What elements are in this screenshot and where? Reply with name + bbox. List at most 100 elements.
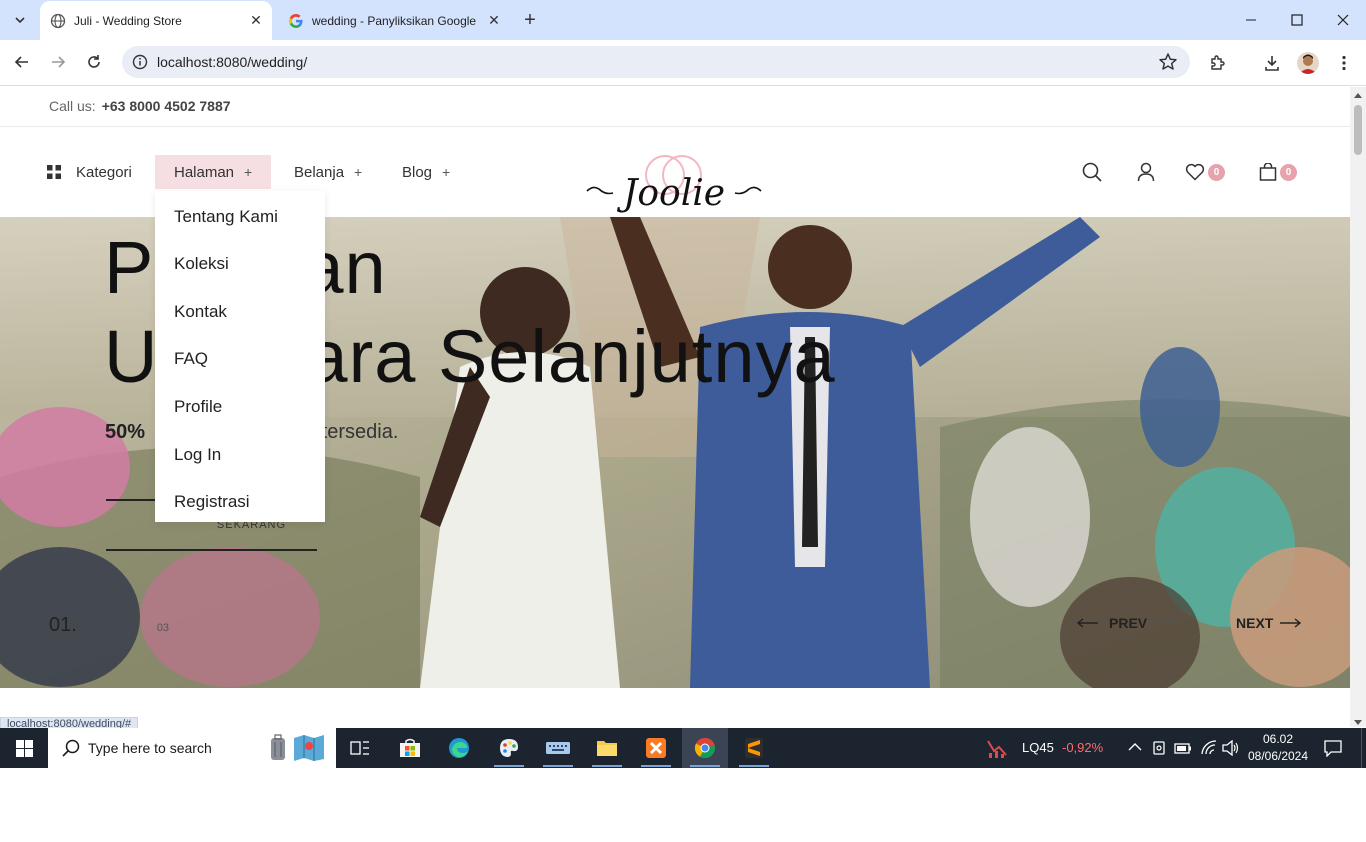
search-placeholder: Type here to search — [88, 740, 212, 756]
taskbar-sublime-app[interactable] — [731, 728, 777, 768]
tab-google-search[interactable]: wedding - Panyliksikan Google ✕ — [278, 1, 510, 40]
tab-juli-wedding[interactable]: Juli - Wedding Store ✕ — [40, 1, 272, 40]
sublime-text-icon — [745, 738, 763, 758]
tab-search-button[interactable] — [8, 8, 32, 32]
taskbar-paint-app[interactable] — [486, 728, 532, 768]
next-label: NEXT — [1236, 615, 1274, 631]
menu-item-koleksi[interactable]: Koleksi — [174, 254, 229, 274]
menu-item-profile[interactable]: Profile — [174, 397, 222, 417]
bookmark-star-icon[interactable] — [1158, 52, 1178, 72]
menu-item-faq[interactable]: FAQ — [174, 349, 208, 369]
forward-button[interactable] — [43, 47, 73, 77]
paint-icon — [500, 739, 518, 757]
tab-title: Juli - Wedding Store — [74, 13, 182, 28]
notifications-icon[interactable] — [1324, 739, 1342, 757]
back-button[interactable] — [7, 47, 37, 77]
address-bar[interactable]: localhost:8080/wedding/ — [122, 46, 1190, 78]
scroll-thumb[interactable] — [1354, 105, 1362, 155]
taskbar-chrome-app[interactable] — [682, 728, 728, 768]
device-icon[interactable] — [1152, 740, 1166, 756]
contact-bar: Call us: +63 8000 4502 7887 — [0, 87, 1350, 127]
extensions-button[interactable] — [1206, 51, 1230, 75]
stock-change: -0,92% — [1062, 740, 1104, 755]
menu-button[interactable] — [1332, 51, 1356, 75]
taskbar-clock[interactable]: 06.02 08/06/2024 — [1240, 731, 1316, 765]
cart-button[interactable]: 0 — [1259, 161, 1297, 183]
account-button[interactable] — [1137, 161, 1155, 183]
url-text: localhost:8080/wedding/ — [157, 54, 308, 70]
arrow-right-icon — [1154, 618, 1176, 628]
taskbar-xampp-app[interactable] — [633, 728, 679, 768]
clock-time: 06.02 — [1262, 732, 1294, 746]
arrow-left-icon — [1077, 618, 1098, 628]
scroll-up-arrow-icon[interactable] — [1354, 93, 1362, 98]
windows-taskbar: Type here to search LQ45 -0,92% 06.02 08… — [0, 728, 1366, 768]
phone-number[interactable]: +63 8000 4502 7887 — [102, 98, 231, 114]
new-tab-button[interactable]: + — [518, 8, 542, 32]
show-desktop-button[interactable] — [1361, 728, 1366, 768]
reload-icon — [88, 55, 100, 68]
taskbar-file-explorer[interactable] — [584, 728, 630, 768]
halaman-dropdown-menu: Tentang Kami Koleksi Kontak FAQ Profile … — [155, 191, 325, 522]
battery-icon[interactable] — [1174, 741, 1192, 755]
keyboard-icon — [546, 742, 570, 754]
info-icon[interactable] — [132, 54, 148, 70]
suitcase-icon — [271, 734, 285, 760]
clock-date: 08/06/2024 — [1247, 749, 1309, 763]
edge-icon — [449, 738, 469, 758]
heart-icon — [1185, 163, 1205, 181]
search-button[interactable] — [1082, 161, 1102, 183]
close-window-button[interactable] — [1320, 0, 1366, 40]
menu-item-log-in[interactable]: Log In — [174, 445, 221, 465]
stock-name[interactable]: LQ45 — [1022, 740, 1054, 755]
windows-logo-icon — [15, 739, 33, 757]
taskbar-store-app[interactable] — [387, 728, 433, 768]
cart-count-badge: 0 — [1280, 163, 1297, 181]
taskbar-search-box[interactable]: Type here to search — [48, 728, 336, 768]
nav-label: Blog — [402, 163, 433, 181]
nav-label: Halaman — [174, 163, 235, 181]
xampp-icon — [646, 738, 666, 758]
map-icon — [294, 735, 324, 761]
minimize-button[interactable] — [1228, 0, 1274, 40]
google-icon — [288, 13, 304, 29]
prev-label: PREV — [1109, 615, 1148, 631]
next-slide-button[interactable]: NEXT — [1236, 615, 1302, 631]
grid-icon — [47, 165, 61, 179]
running-indicator — [739, 765, 769, 767]
plus-icon: + — [354, 164, 363, 180]
close-tab-icon[interactable]: ✕ — [246, 11, 266, 31]
nav-belanja[interactable]: Belanja + — [294, 155, 362, 189]
wifi-icon[interactable] — [1200, 740, 1218, 756]
taskbar-keyboard-app[interactable] — [535, 728, 581, 768]
nav-blog[interactable]: Blog + — [402, 155, 450, 189]
browser-toolbar: localhost:8080/wedding/ — [0, 40, 1366, 86]
close-tab-icon[interactable]: ✕ — [484, 11, 504, 31]
chevron-up-icon[interactable] — [1128, 742, 1142, 752]
running-indicator — [592, 765, 622, 767]
arrow-right-icon — [1280, 618, 1302, 628]
profile-avatar[interactable] — [1297, 52, 1319, 74]
prev-slide-button[interactable]: PREV — [1077, 615, 1176, 631]
volume-icon[interactable] — [1222, 740, 1240, 756]
running-indicator — [494, 765, 524, 767]
menu-item-kontak[interactable]: Kontak — [174, 302, 227, 322]
scroll-down-arrow-icon[interactable] — [1354, 720, 1362, 725]
minimize-icon — [1246, 19, 1256, 21]
downloads-button[interactable] — [1260, 51, 1284, 75]
puzzle-icon — [1211, 55, 1225, 70]
wishlist-button[interactable]: 0 — [1185, 161, 1225, 183]
menu-item-registrasi[interactable]: Registrasi — [174, 492, 250, 512]
start-button[interactable] — [0, 728, 48, 768]
menu-item-tentang-kami[interactable]: Tentang Kami — [174, 207, 278, 227]
nav-kategori[interactable]: Kategori — [47, 155, 132, 189]
slide-total: 03 — [156, 622, 170, 634]
page-scrollbar[interactable] — [1350, 87, 1366, 727]
task-view-button[interactable] — [337, 728, 383, 768]
microsoft-store-icon — [400, 738, 420, 757]
maximize-button[interactable] — [1274, 0, 1320, 40]
folder-icon — [597, 741, 617, 756]
reload-button[interactable] — [79, 47, 109, 77]
nav-halaman[interactable]: Halaman + — [155, 155, 272, 189]
taskbar-edge-app[interactable] — [436, 728, 482, 768]
